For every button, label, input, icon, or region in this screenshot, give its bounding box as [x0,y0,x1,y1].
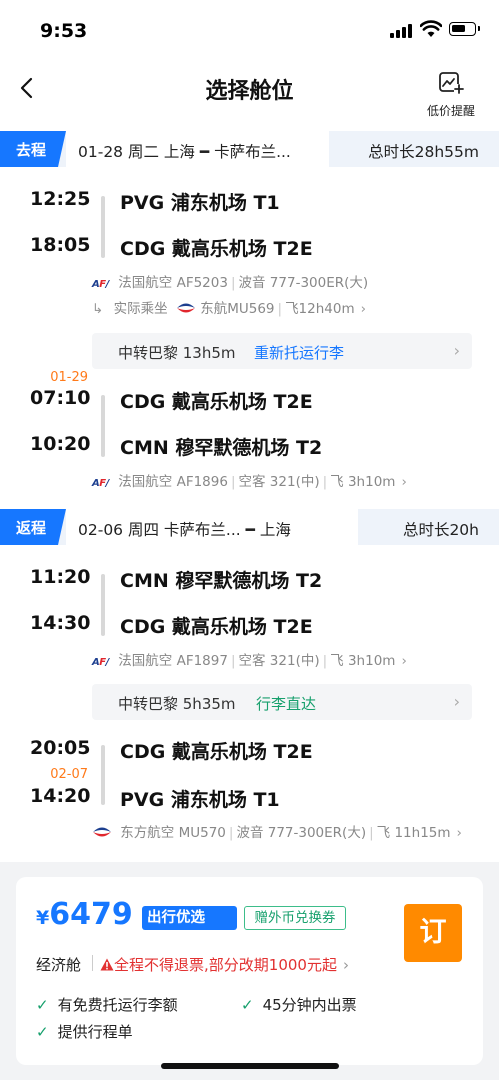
return-header: 返程 02-06 周四 卡萨布兰... ━ 上海 总时长20h [0,509,499,545]
recheck-baggage-link: 重新托运行李 [254,344,345,362]
feature-item: ✓ 有免费托运行李额 [36,996,178,1014]
home-indicator[interactable] [161,1063,339,1069]
outbound-header: 去程 01-28 周二 上海 ━ 卡萨布兰... 总时长28h55m [0,131,499,167]
airfrance-logo-icon: AF/ [92,478,109,489]
dep-airport: CDG 戴高乐机场 T2E [120,741,313,763]
baggage-through-label: 行李直达 [256,695,317,713]
leg-connector [101,196,105,258]
signal-icon [390,24,414,38]
check-icon: ✓ [36,996,49,1014]
dep-time: 20:05 [30,737,91,759]
check-icon: ✓ [241,996,254,1014]
chevron-right-icon: › [453,692,460,711]
dep-airport: PVG 浦东机场 T1 [120,192,280,214]
leg-connector [101,574,105,636]
flight-info[interactable]: AF/ 法国航空 AF5203 | 波音 777-300ER(大) [92,271,368,291]
codeshare-info[interactable]: ↳ 实际乘坐 东航MU569 | 飞12h40m › [92,297,366,317]
nav-bar: 选择舱位 低价提醒 [0,60,499,122]
return-duration: 总时长20h [402,521,479,539]
arr-time: 14:30 [30,612,91,634]
feature-item: ✓ 提供行程单 [36,1023,133,1041]
divider [92,955,93,971]
flight-info[interactable]: AF/ 法国航空 AF1896 | 空客 321(中) | 飞 3h10m › [92,470,407,490]
flight-info[interactable]: AF/ 法国航空 AF1897 | 空客 321(中) | 飞 3h10m › [92,649,407,669]
dep-time: 07:10 [30,387,91,409]
arr-airport: PVG 浦东机场 T1 [120,789,280,811]
return-tag: 返程 [0,509,66,545]
date-change-note: 02-07 [50,767,88,782]
china-eastern-logo-icon [176,303,195,313]
preferred-badge: 出行优选 [142,906,237,930]
price-alert-label: 低价提醒 [426,104,475,118]
check-icon: ✓ [36,1023,49,1041]
chevron-right-icon: › [401,474,407,490]
chevron-right-icon: › [456,825,462,841]
book-button[interactable]: 订 [404,904,462,962]
leg-connector [101,745,105,805]
flight-info[interactable]: 东方航空 MU570 | 波音 777-300ER(大) | 飞 11h15m › [92,821,462,841]
airfrance-logo-icon: AF/ [92,657,109,668]
arr-time: 18:05 [30,234,91,256]
refund-policy[interactable]: 全程不得退票,部分改期1000元起 › [100,954,349,975]
arr-airport: CDG 戴高乐机场 T2E [120,238,313,260]
fare-card[interactable]: ¥6479 出行优选 赠外币兑换券 订 经济舱 全程不得退票,部分改期1000元… [16,877,483,1065]
arr-airport: CMN 穆罕默德机场 T2 [120,437,323,459]
transfer-info[interactable]: 中转巴黎 13h5m 重新托运行李 › [92,333,472,369]
wifi-icon [420,20,442,37]
transfer-info[interactable]: 中转巴黎 5h35m 行李直达 › [92,684,472,720]
dep-airport: CDG 戴高乐机场 T2E [120,391,313,413]
leg-connector [101,395,105,457]
chevron-right-icon: › [401,653,407,669]
corner-arrow-icon: ↳ [92,301,104,317]
outbound-duration: 总时长28h55m [368,143,479,161]
arr-time: 10:20 [30,433,91,455]
dep-time: 11:20 [30,566,91,588]
price-alert-button[interactable]: 低价提醒 [418,68,484,118]
chevron-right-icon: › [453,341,460,360]
price: ¥6479 [36,897,133,932]
airfrance-logo-icon: AF/ [92,279,109,290]
chart-alert-icon [439,72,464,94]
return-route: 02-06 周四 卡萨布兰... ━ 上海 [78,521,291,539]
cabin-class: 经济舱 [36,956,82,974]
coupon-badge: 赠外币兑换券 [244,906,346,930]
dep-time: 12:25 [30,188,91,210]
feature-item: ✓ 45分钟内出票 [241,996,357,1014]
status-bar: 9:53 [0,0,499,56]
dep-airport: CMN 穆罕默德机场 T2 [120,570,323,592]
arr-time: 14:20 [30,785,91,807]
battery-icon [449,22,480,36]
outbound-route: 01-28 周二 上海 ━ 卡萨布兰... [78,143,291,161]
warning-icon [100,958,114,971]
outbound-tag: 去程 [0,131,66,167]
chevron-right-icon: › [360,301,367,317]
date-change-note: 01-29 [50,370,88,385]
china-eastern-logo-icon [93,827,111,837]
chevron-right-icon: › [342,956,349,974]
arr-airport: CDG 戴高乐机场 T2E [120,616,313,638]
status-time: 9:53 [40,20,88,42]
